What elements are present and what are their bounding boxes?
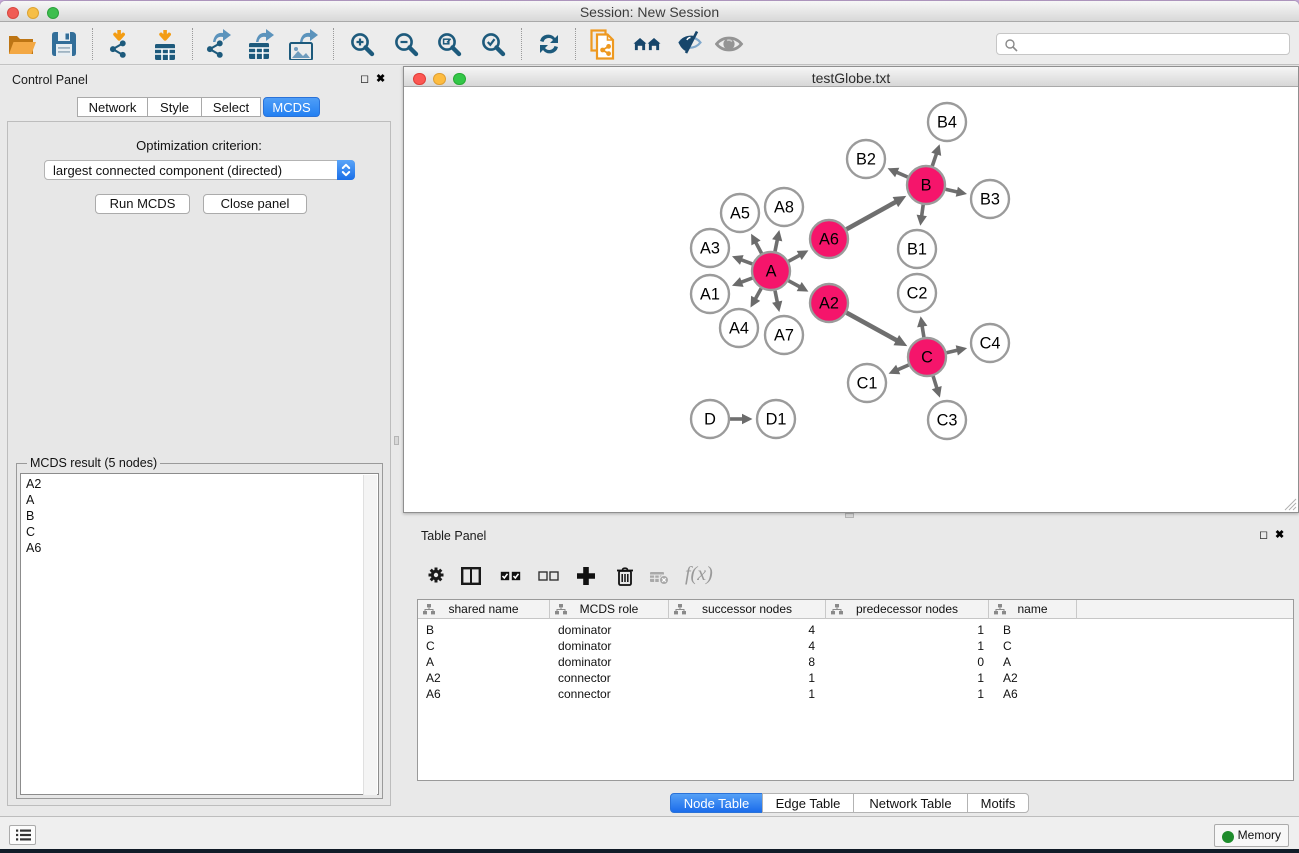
svg-text:D1: D1 (766, 411, 787, 429)
svg-text:D: D (704, 411, 716, 429)
svg-text:A6: A6 (819, 231, 839, 249)
svg-text:A2: A2 (819, 295, 839, 313)
svg-text:B: B (921, 177, 932, 195)
svg-text:A8: A8 (774, 199, 794, 217)
svg-text:C: C (921, 349, 933, 367)
svg-text:A: A (766, 263, 777, 281)
svg-text:B1: B1 (907, 241, 927, 259)
svg-text:A4: A4 (729, 320, 749, 338)
svg-text:A3: A3 (700, 240, 720, 258)
svg-text:C3: C3 (937, 412, 958, 430)
svg-text:B2: B2 (856, 151, 876, 169)
svg-text:C2: C2 (907, 285, 928, 303)
svg-text:C1: C1 (857, 375, 878, 393)
svg-text:A5: A5 (730, 205, 750, 223)
svg-text:B3: B3 (980, 191, 1000, 209)
svg-text:A7: A7 (774, 327, 794, 345)
svg-text:C4: C4 (980, 335, 1001, 353)
svg-text:A1: A1 (700, 286, 720, 304)
svg-text:B4: B4 (937, 114, 957, 132)
